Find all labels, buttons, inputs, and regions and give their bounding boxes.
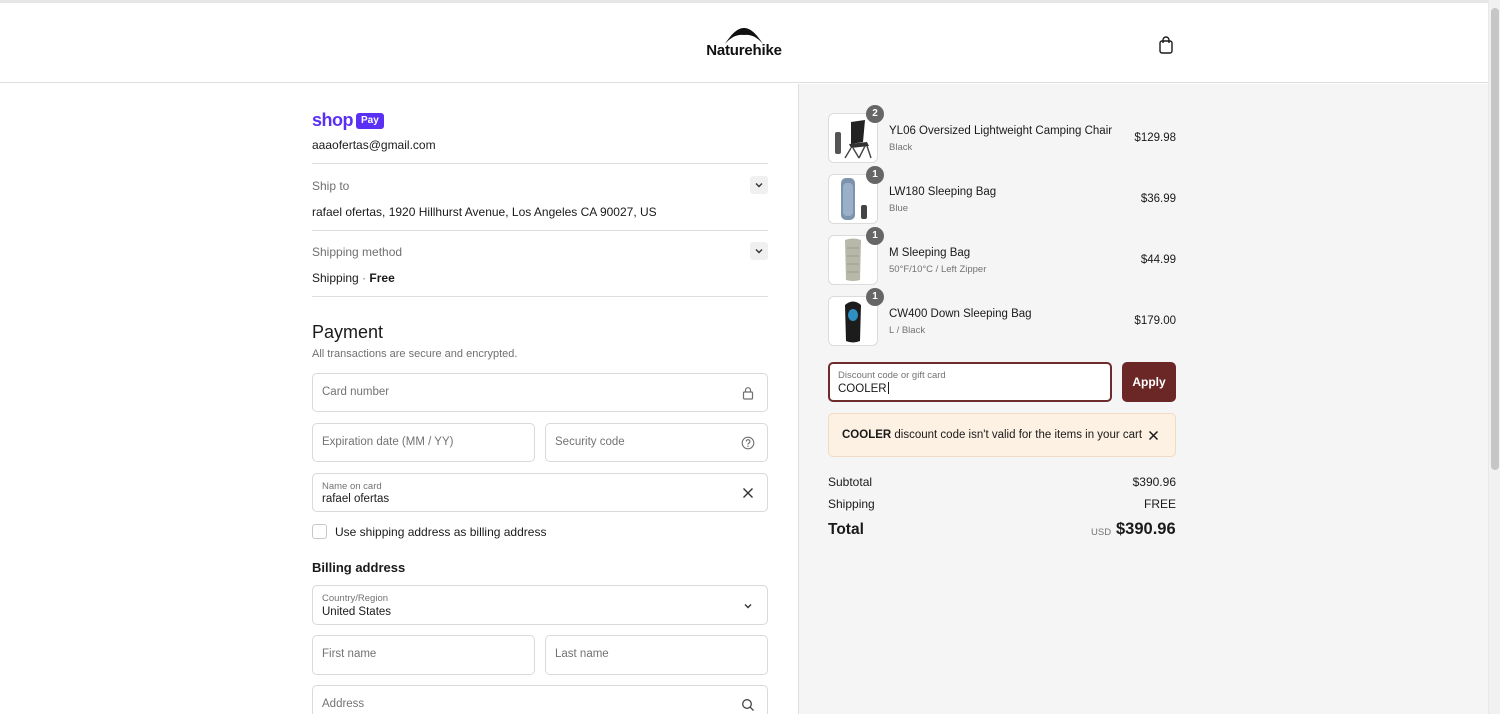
item-name: YL06 Oversized Lightweight Camping Chair (889, 125, 1113, 137)
shipping-method-price: Free (369, 271, 395, 285)
cart-item: 2 YL06 Oversized Lightweight Camping Cha… (828, 105, 1176, 163)
item-price: $36.99 (1140, 193, 1176, 205)
address-field[interactable]: Address (312, 685, 768, 714)
item-variant: Black (889, 142, 913, 153)
shipping-row: Shipping FREE (828, 497, 1176, 511)
name-on-card-value: rafael ofertas (322, 493, 390, 505)
billing-same-label[interactable]: Use shipping address as billing address (335, 525, 546, 539)
subtotal-row: Subtotal $390.96 (828, 475, 1176, 489)
quantity-badge: 2 (866, 105, 884, 123)
brand-name: Naturehike (706, 42, 782, 59)
apply-discount-button[interactable]: Apply (1122, 362, 1176, 402)
quantity-badge: 1 (866, 166, 884, 184)
discount-code-input[interactable]: Discount code or gift card COOLER (828, 362, 1112, 402)
security-code-placeholder: Security code (555, 436, 625, 448)
first-name-field[interactable]: First name (312, 635, 535, 675)
text-caret (887, 382, 889, 394)
last-name-placeholder: Last name (555, 648, 609, 660)
cart-item: 1 M Sleeping Bag 50°F/10°C / Left Zipper… (828, 227, 1176, 285)
first-name-placeholder: First name (322, 648, 377, 660)
shipping-method-name: Shipping (312, 271, 359, 285)
ship-to-address: rafael ofertas, 1920 Hillhurst Avenue, L… (312, 205, 657, 219)
item-variant: 50°F/10°C / Left Zipper (889, 264, 987, 275)
total-currency: USD (1091, 527, 1112, 538)
brand-logo[interactable]: Naturehike (706, 25, 782, 65)
country-label: Country/Region (322, 593, 389, 604)
shipping-label: Shipping (828, 497, 875, 511)
item-price: $129.98 (1134, 132, 1176, 144)
help-circle-icon[interactable] (740, 435, 756, 451)
card-number-field[interactable]: Card number (312, 373, 768, 412)
quantity-badge: 1 (866, 288, 884, 306)
billing-heading: Billing address (312, 560, 406, 575)
product-thumbnail: 1 (828, 227, 884, 285)
product-thumbnail: 1 (828, 288, 884, 346)
discount-code-text: COOLER (838, 383, 887, 395)
shop-pay-wordmark: shop (312, 110, 354, 130)
discount-error-code: COOLER (842, 429, 892, 441)
close-icon[interactable] (1145, 427, 1161, 443)
subtotal-value: $390.96 (1132, 475, 1176, 489)
divider (312, 230, 768, 231)
chevron-down-icon (740, 598, 756, 614)
payment-subtitle: All transactions are secure and encrypte… (312, 348, 518, 360)
shipping-method-value: Shipping · Free (312, 271, 395, 285)
discount-error-text: discount code isn't valid for the items … (891, 429, 1143, 441)
clear-x-icon[interactable] (740, 485, 756, 501)
chevron-down-icon (755, 183, 763, 188)
billing-same-row[interactable]: Use shipping address as billing address (312, 524, 546, 539)
item-price: $44.99 (1140, 254, 1176, 266)
shipping-method-label: Shipping method (312, 245, 403, 259)
item-price: $179.00 (1134, 315, 1176, 327)
subtotal-label: Subtotal (828, 475, 873, 489)
lock-icon (740, 385, 756, 401)
shopping-bag-icon[interactable] (1157, 35, 1175, 55)
payment-heading: Payment (312, 322, 384, 342)
discount-code-label: Discount code or gift card (838, 370, 946, 381)
site-header: Naturehike (0, 3, 1488, 83)
quantity-badge: 1 (866, 227, 884, 245)
chevron-down-icon (755, 249, 763, 254)
item-name: LW180 Sleeping Bag (889, 186, 997, 198)
total-value: $390.96 (1116, 520, 1176, 538)
page-scrollbar[interactable] (1488, 0, 1500, 714)
shop-pay-badge: shop Pay (312, 110, 384, 131)
country-value: United States (322, 606, 392, 618)
item-variant: L / Black (889, 325, 926, 336)
total-label: Total (828, 521, 864, 538)
shop-pay-tag: Pay (356, 112, 384, 129)
discount-code-value: COOLER (838, 382, 889, 395)
divider (312, 163, 768, 164)
shipping-value: FREE (1143, 497, 1176, 511)
discount-error-message: COOLER discount code isn't valid for the… (842, 429, 1142, 441)
search-icon (740, 697, 756, 713)
card-number-placeholder: Card number (322, 386, 390, 398)
cart-item: 1 CW400 Down Sleeping Bag L / Black $179… (828, 288, 1176, 346)
name-on-card-field[interactable]: Name on card rafael ofertas (312, 473, 768, 512)
separator: · (362, 271, 367, 285)
expiration-date-field[interactable]: Expiration date (MM / YY) (312, 423, 535, 462)
address-placeholder: Address (322, 698, 365, 710)
item-variant: Blue (889, 203, 909, 214)
security-code-field[interactable]: Security code (545, 423, 768, 462)
expiration-date-placeholder: Expiration date (MM / YY) (322, 436, 454, 448)
item-name: CW400 Down Sleeping Bag (889, 308, 1032, 320)
name-on-card-label: Name on card (322, 481, 382, 492)
contact-email: aaaofertas@gmail.com (312, 138, 436, 152)
scrollbar-thumb[interactable] (1491, 8, 1499, 470)
cart-item: 1 LW180 Sleeping Bag Blue $36.99 (828, 166, 1176, 224)
shipping-method-toggle[interactable] (750, 242, 768, 260)
divider (312, 296, 768, 297)
country-select[interactable]: Country/Region United States (312, 585, 768, 625)
product-thumbnail: 2 (828, 105, 884, 163)
billing-same-checkbox[interactable] (312, 524, 327, 539)
item-name: M Sleeping Bag (889, 247, 971, 259)
ship-to-label: Ship to (312, 179, 350, 193)
ship-to-toggle[interactable] (750, 176, 768, 194)
product-thumbnail: 1 (828, 166, 884, 224)
discount-error-alert: COOLER discount code isn't valid for the… (828, 413, 1176, 457)
last-name-field[interactable]: Last name (545, 635, 768, 675)
